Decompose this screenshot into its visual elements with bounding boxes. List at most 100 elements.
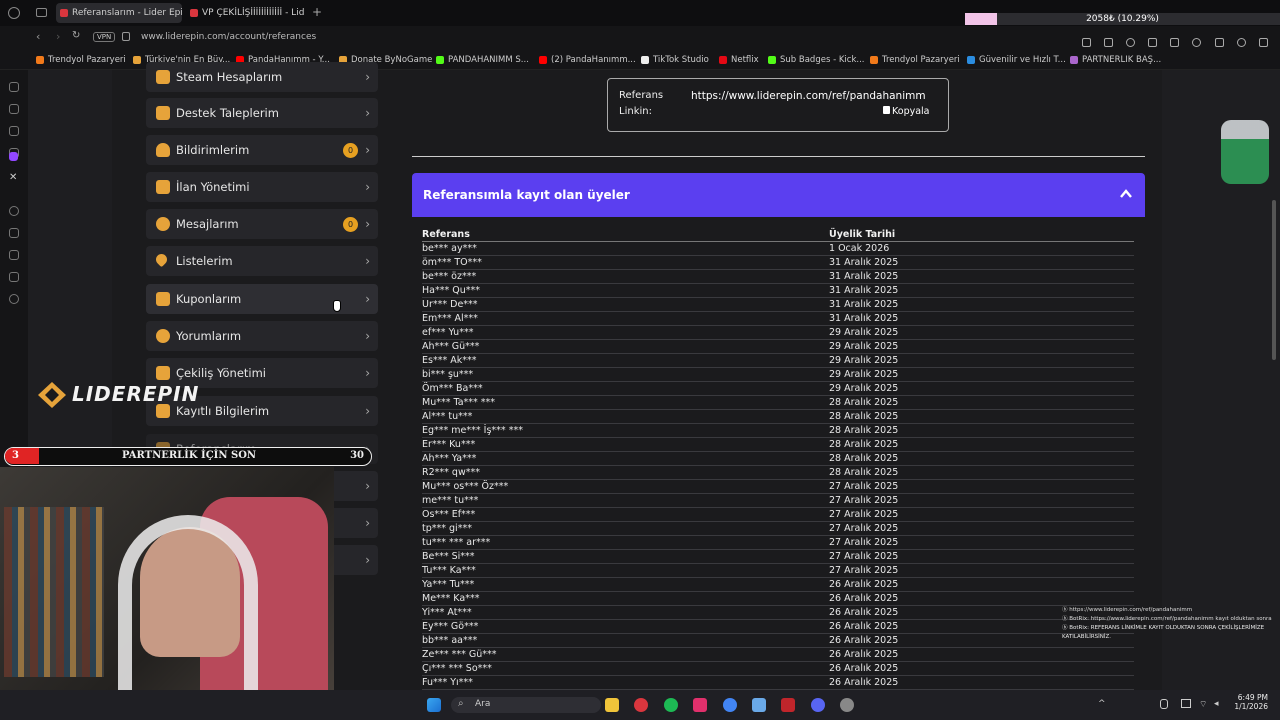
opera-gx-icon[interactable] (634, 698, 648, 712)
url-field[interactable]: www.liderepin.com/account/referances (141, 32, 316, 42)
membership-date: 29 Aralık 2025 (829, 341, 899, 352)
logo-text: LIDEREPIN (72, 382, 200, 406)
tiktok-icon (641, 56, 649, 64)
taskbar-search-box[interactable]: ⌕ Ara (451, 697, 601, 713)
membership-date: 26 Aralık 2025 (829, 663, 899, 674)
history-icon[interactable] (9, 82, 19, 92)
copy-button[interactable]: Kopyala (883, 106, 930, 117)
netflix-icon (719, 56, 727, 64)
chevron-up-icon[interactable] (1119, 186, 1133, 200)
chevron-right-icon: › (365, 516, 370, 530)
mouse-cursor-icon (333, 300, 341, 312)
tab-referanslarim[interactable]: Referanslarım - Lider Epin (56, 3, 182, 23)
microphone-icon[interactable] (1160, 699, 1168, 709)
new-tab-button[interactable]: + (312, 5, 322, 19)
taskbar-clock[interactable]: 6:49 PM 1/1/2026 (1232, 693, 1268, 711)
bookmark-item[interactable]: Sub Badges - Kick... (768, 53, 864, 67)
bookmark-icon[interactable] (1082, 38, 1091, 47)
obs-icon[interactable] (840, 698, 854, 712)
app-icon[interactable] (781, 698, 795, 712)
menu-coupons[interactable]: Kuponlarım › (146, 284, 378, 314)
referral-user: Er*** Ku*** (422, 439, 476, 450)
search-label: Ara (475, 699, 491, 709)
table-row: Em*** Al*** 31 Aralık 2025 (422, 312, 1134, 326)
vpn-badge[interactable]: VPN (93, 32, 116, 42)
bookmark-item[interactable]: PARTNERLIK BAŞ... (1070, 53, 1161, 67)
bookmark-item[interactable]: Trendyol Pazaryeri (870, 53, 960, 67)
chevron-right-icon: › (365, 106, 370, 120)
chevron-right-icon: › (365, 292, 370, 306)
kick-icon (436, 56, 444, 64)
sidebar-toggle-icon[interactable] (36, 8, 47, 17)
forward-icon[interactable]: › (56, 30, 60, 43)
menu-messages[interactable]: Mesajlarım 0 › (146, 209, 378, 239)
bookmarks-icon[interactable] (9, 104, 19, 114)
clock-icon[interactable] (9, 206, 19, 216)
back-icon[interactable]: ‹ (36, 30, 40, 43)
membership-date: 29 Aralık 2025 (829, 327, 899, 338)
membership-date: 27 Aralık 2025 (829, 523, 899, 534)
menu-notifications[interactable]: Bildirimlerim 0 › (146, 135, 378, 165)
bookmark-item[interactable]: Netflix (719, 53, 759, 67)
bookmark-item[interactable]: (2) PandaHanımm... (539, 53, 636, 67)
profile-icon[interactable] (1236, 38, 1246, 47)
twitch-icon[interactable] (9, 152, 18, 161)
reload-icon[interactable]: ↻ (72, 30, 80, 41)
tab-vp-cekilis[interactable]: VP ÇEKİLİŞİİİİİİİİİİİİ - Lider (186, 3, 304, 23)
notes-icon[interactable] (9, 126, 19, 136)
display-icon[interactable] (1181, 699, 1191, 708)
heart-icon[interactable] (1192, 38, 1202, 47)
menu-support-tickets[interactable]: Destek Taleplerim › (146, 98, 378, 128)
bell-icon (156, 143, 170, 157)
instagram-icon[interactable] (693, 698, 707, 712)
bookmark-favicon-icon (133, 56, 141, 64)
music-icon[interactable] (9, 272, 19, 282)
table-row: Be*** Si*** 27 Aralık 2025 (422, 550, 1134, 564)
bookmark-item[interactable]: Güvenilir ve Hızlı T... (967, 53, 1066, 67)
tray-chevron-up-icon[interactable]: ^ (1098, 699, 1106, 709)
app-icon[interactable] (752, 698, 766, 712)
membership-date: 27 Aralık 2025 (829, 551, 899, 562)
settings-gear-icon[interactable] (9, 294, 19, 304)
referral-user: Ey*** Gö*** (422, 621, 479, 632)
youtube-icon (539, 56, 547, 64)
windows-start-icon[interactable] (427, 698, 441, 712)
shield-icon[interactable] (1126, 38, 1136, 47)
screenshot-icon[interactable] (1104, 38, 1114, 47)
play-icon[interactable] (1148, 38, 1158, 47)
menu-steam-accounts[interactable]: Steam Hesaplarım › (146, 62, 378, 92)
bookmark-item[interactable]: Trendyol Pazaryeri (36, 53, 126, 67)
menu-listing-management[interactable]: İlan Yönetimi › (146, 172, 378, 202)
translate-icon[interactable] (9, 228, 19, 238)
reader-icon[interactable] (9, 250, 19, 260)
referral-link-text[interactable]: https://www.liderepin.com/ref/pandahanim… (691, 90, 926, 102)
bookmark-item[interactable]: TikTok Studio (641, 53, 709, 67)
search-icon: ⌕ (458, 698, 464, 709)
settings-icon[interactable] (1258, 38, 1268, 47)
page-scrollbar[interactable] (1272, 200, 1276, 360)
menu-lists[interactable]: Listelerim › (146, 246, 378, 276)
spotify-icon[interactable] (664, 698, 678, 712)
table-row: be*** ay*** 1 Ocak 2026 (422, 242, 1134, 256)
network-icon[interactable]: ⌔ (1199, 699, 1207, 710)
extension-icons[interactable] (1082, 32, 1272, 47)
volume-icon[interactable]: ◂ (1214, 699, 1219, 709)
chat-message: ⓑ https://www.liderepin.com/ref/pandahan… (1062, 607, 1193, 613)
membership-date: 26 Aralık 2025 (829, 635, 899, 646)
membership-date: 31 Aralık 2025 (829, 271, 899, 282)
discord-icon[interactable] (811, 698, 825, 712)
bookmark-item[interactable]: PANDAHANIMM S... (436, 53, 529, 67)
extensions-icon[interactable] (1214, 38, 1224, 47)
browser-menu-icon[interactable] (8, 7, 20, 19)
menu-reviews[interactable]: Yorumlarım › (146, 321, 378, 351)
referral-user: öm*** TO*** (422, 257, 482, 268)
x-icon[interactable]: ✕ (9, 172, 17, 183)
file-explorer-icon[interactable] (605, 698, 619, 712)
membership-date: 31 Aralık 2025 (829, 285, 899, 296)
membership-date: 28 Aralık 2025 (829, 453, 899, 464)
download-icon[interactable] (1170, 38, 1180, 47)
members-panel-header[interactable]: Referansımla kayıt olan üyeler (412, 173, 1145, 217)
chrome-icon[interactable] (723, 698, 737, 712)
ticket-icon (156, 292, 170, 306)
referral-user: ef*** Yu*** (422, 327, 474, 338)
